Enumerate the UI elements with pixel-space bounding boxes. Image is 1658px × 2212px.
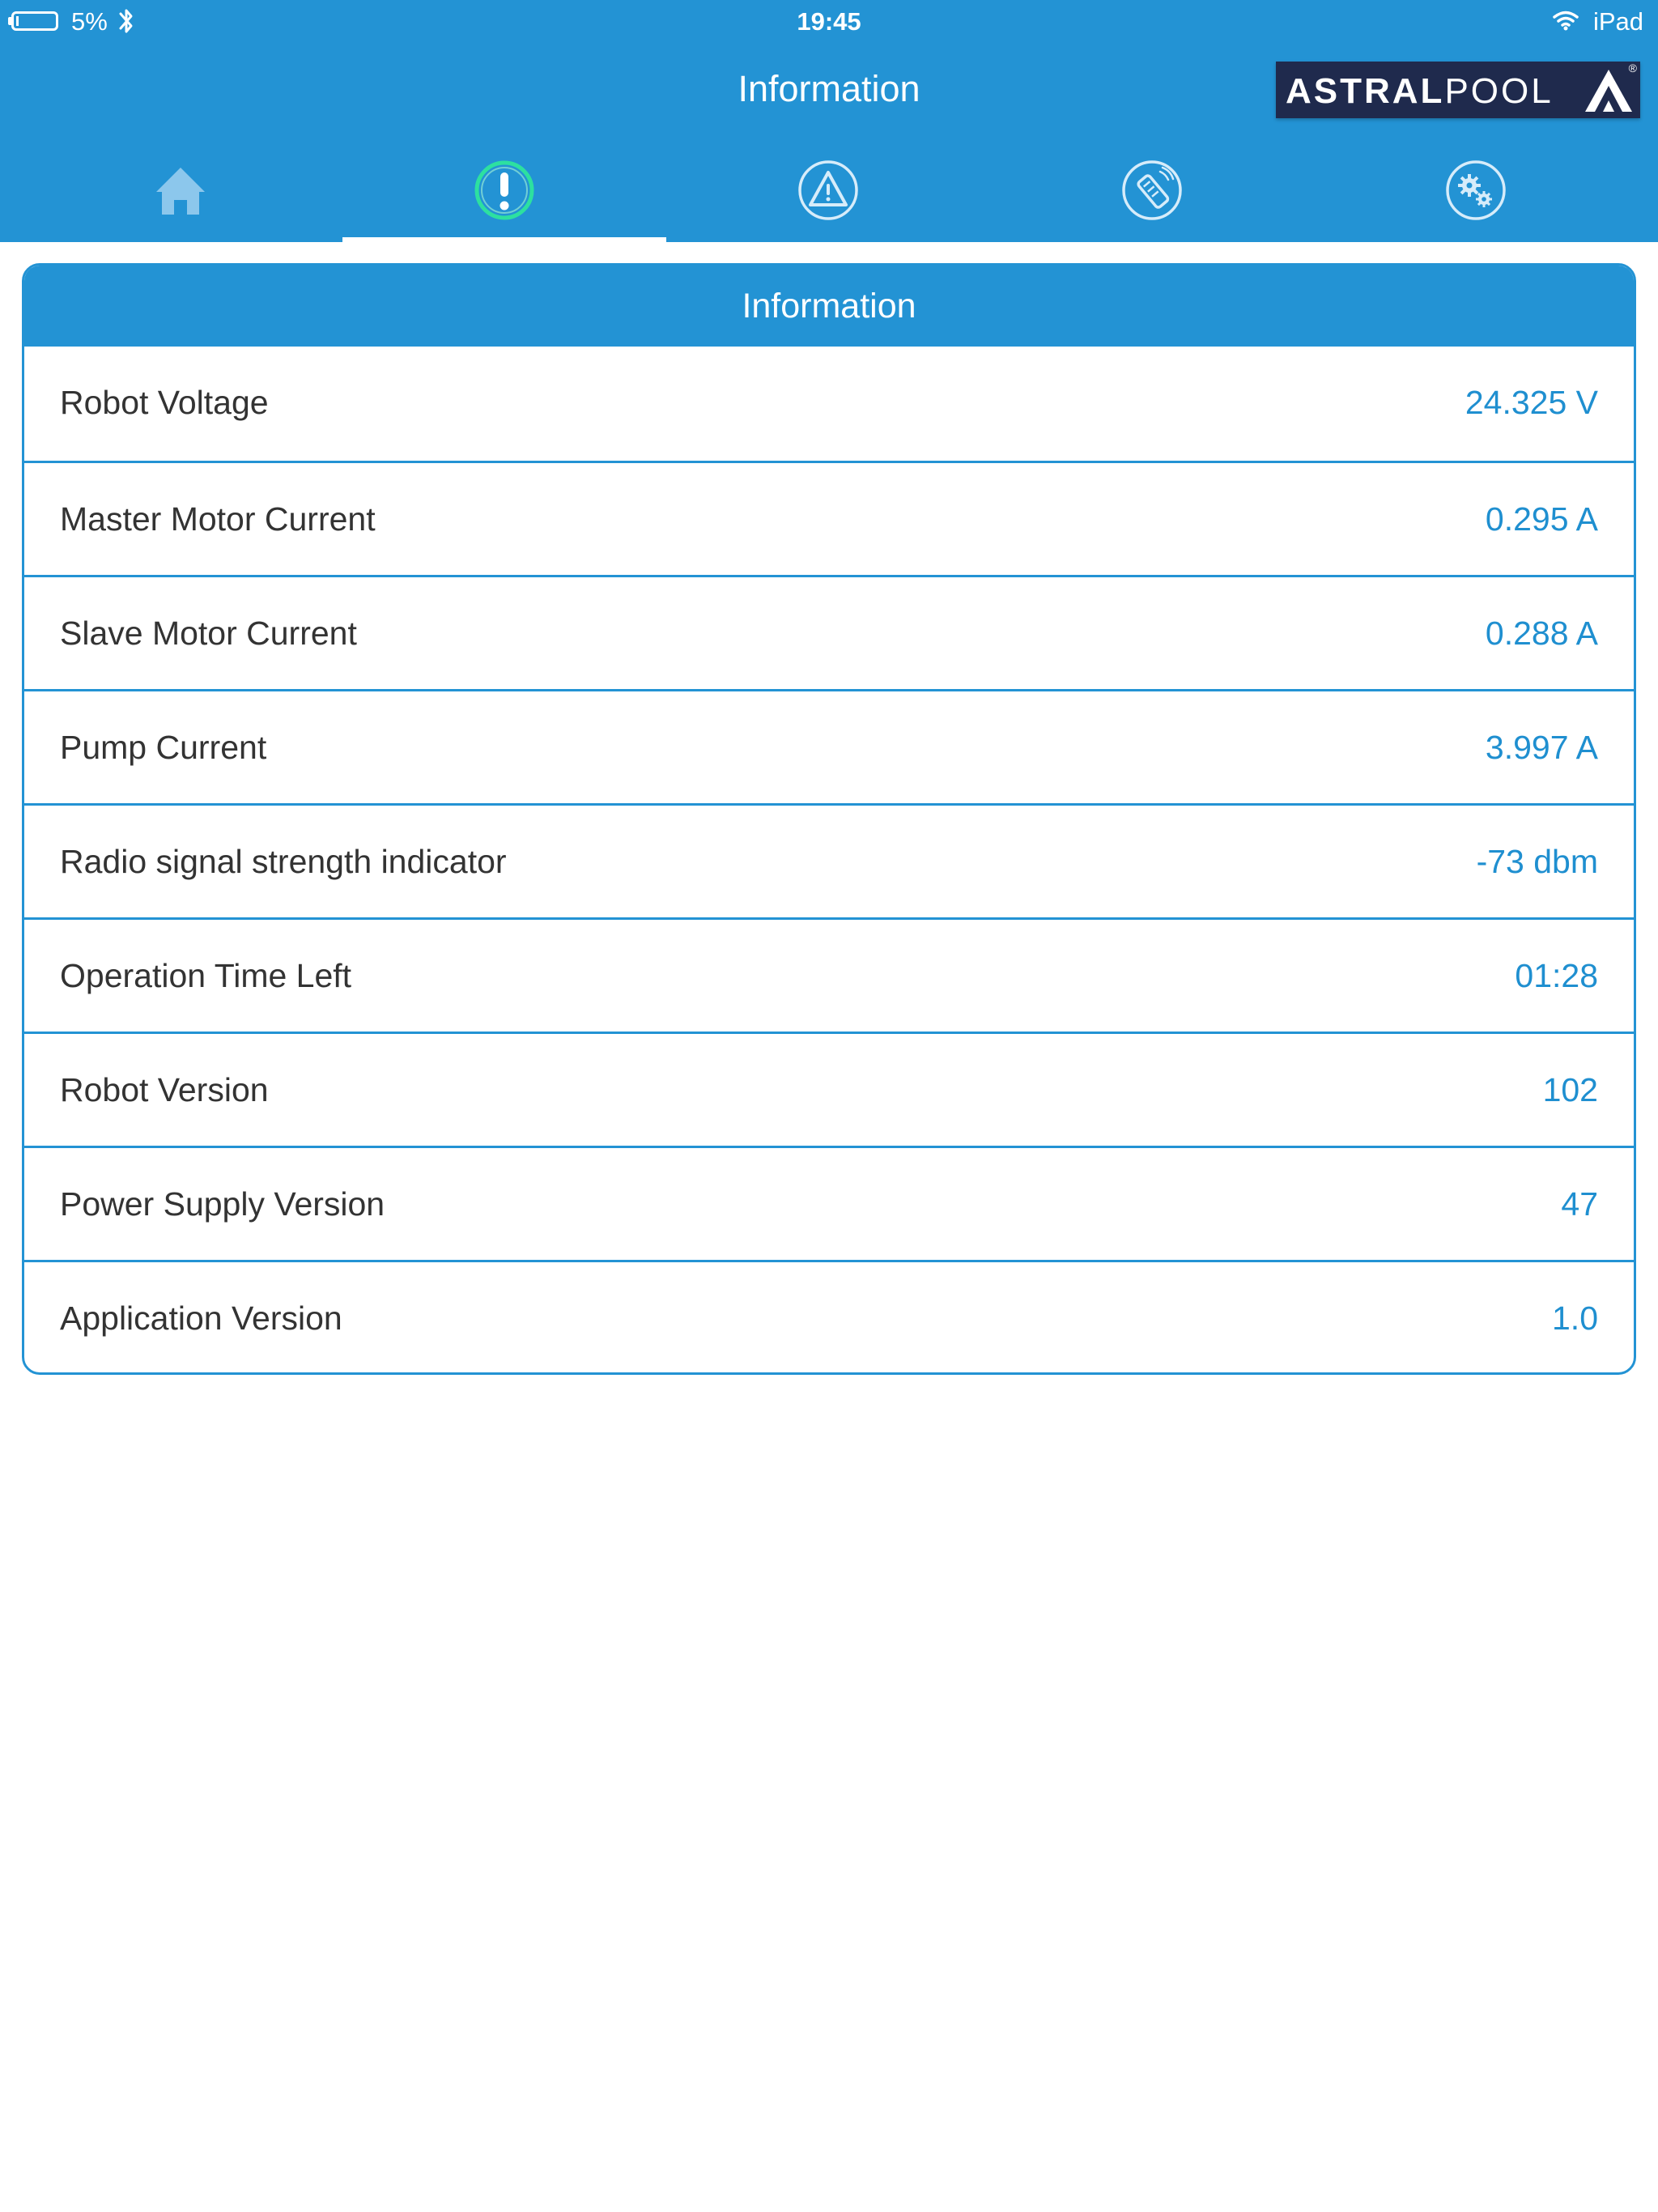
- tab-settings[interactable]: [1314, 146, 1638, 242]
- info-row-label: Application Version: [60, 1300, 342, 1337]
- info-row-label: Power Supply Version: [60, 1185, 385, 1223]
- tab-bar: [0, 146, 1658, 242]
- header-bar: 5% 19:45 iPad Information ASTRALPOOL ®: [0, 0, 1658, 242]
- status-bar: 5% 19:45 iPad: [0, 0, 1658, 45]
- info-row-value: 1.0: [1552, 1300, 1598, 1337]
- info-row: Operation Time Left 01:28: [24, 917, 1634, 1032]
- information-card: Information Robot Voltage 24.325 V Master …: [22, 263, 1636, 1375]
- brand-text: ASTRALPOOL: [1286, 71, 1554, 112]
- info-row-value: 0.295 A: [1485, 500, 1598, 538]
- gears-icon: [1446, 160, 1506, 220]
- info-row-value: 0.288 A: [1485, 615, 1598, 652]
- info-row: Master Motor Current 0.295 A: [24, 461, 1634, 575]
- info-row-label: Robot Version: [60, 1071, 269, 1108]
- app-root: 5% 19:45 iPad Information ASTRALPOOL ® I…: [0, 0, 1658, 2212]
- warning-triangle-icon: [798, 160, 858, 220]
- info-row: Power Supply Version 47: [24, 1146, 1634, 1260]
- tab-home[interactable]: [19, 146, 342, 242]
- brand-text-bold: ASTRAL: [1286, 71, 1445, 111]
- brand-registered-mark: ®: [1628, 62, 1637, 74]
- device-name: iPad: [1592, 7, 1643, 36]
- info-row-value: 102: [1542, 1071, 1598, 1108]
- tab-warnings[interactable]: [666, 146, 990, 242]
- astralpool-logo: ASTRALPOOL ®: [1276, 62, 1640, 118]
- info-row-label: Pump Current: [60, 729, 267, 766]
- info-row: Robot Version 102: [24, 1032, 1634, 1146]
- info-row: Slave Motor Current 0.288 A: [24, 575, 1634, 689]
- wifi-icon: [1553, 11, 1579, 31]
- info-row-label: Operation Time Left: [60, 957, 352, 994]
- info-row: Application Version 1.0: [24, 1260, 1634, 1372]
- info-row-value: -73 dbm: [1476, 843, 1598, 880]
- info-row: Radio signal strength indicator -73 dbm: [24, 803, 1634, 917]
- info-row: Pump Current 3.997 A: [24, 689, 1634, 803]
- tab-remote[interactable]: [990, 146, 1314, 242]
- info-row: Robot Voltage 24.325 V: [24, 347, 1634, 461]
- card-header: Information: [24, 266, 1634, 347]
- astralpool-mark-icon: [1585, 70, 1632, 112]
- info-row-value: 3.997 A: [1485, 729, 1598, 766]
- tab-information[interactable]: [342, 146, 666, 242]
- status-time: 19:45: [797, 7, 861, 36]
- info-row-label: Slave Motor Current: [60, 615, 357, 652]
- info-row-value: 24.325 V: [1465, 384, 1598, 421]
- exclamation-circle-icon: [474, 160, 534, 220]
- remote-control-icon: [1122, 160, 1182, 220]
- info-row-label: Master Motor Current: [60, 500, 376, 538]
- info-row-label: Robot Voltage: [60, 384, 269, 421]
- brand-text-light: POOL: [1444, 71, 1554, 111]
- info-row-label: Radio signal strength indicator: [60, 843, 507, 880]
- home-icon: [156, 168, 205, 215]
- info-row-value: 01:28: [1515, 957, 1598, 994]
- info-row-value: 47: [1561, 1185, 1598, 1223]
